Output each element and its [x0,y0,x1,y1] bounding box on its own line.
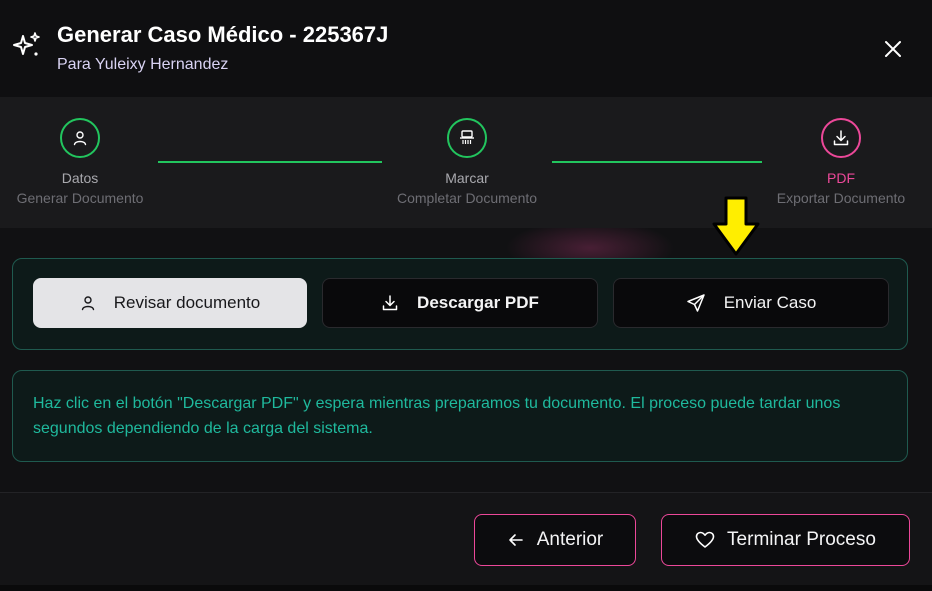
modal-footer: Anterior Terminar Proceso [0,492,932,585]
step-desc-marcar: Completar Documento [396,190,538,206]
step-label-pdf: PDF [827,170,855,186]
step-label-marcar: Marcar [445,170,489,186]
download-icon [833,130,849,146]
send-case-button[interactable]: Enviar Caso [613,278,889,328]
review-document-button[interactable]: Revisar documento [33,278,307,328]
step-connector-2 [552,161,762,163]
step-circle-datos [60,118,100,158]
previous-label: Anterior [536,529,604,550]
download-icon [381,294,399,312]
modal-subtitle: Para Yuleixy Hernandez [57,56,229,73]
progress-stepper: Datos Generar Documento Marcar Completar… [0,97,932,228]
send-case-label: Enviar Caso [723,293,817,312]
previous-button[interactable]: Anterior [474,514,636,566]
sparkles-icon [13,32,40,56]
step-label-datos: Datos [61,170,99,186]
modal-title: Generar Caso Médico - 225367J [57,22,389,47]
modal-content: Revisar documento Descargar PDF Enviar C… [0,228,932,492]
download-pdf-label: Descargar PDF [417,293,539,312]
bottom-edge [0,585,932,591]
finish-process-label: Terminar Proceso [727,529,876,550]
heart-icon [695,530,715,550]
finish-process-button[interactable]: Terminar Proceso [661,514,910,566]
step-circle-marcar [447,118,487,158]
step-desc-pdf: Exportar Documento [776,190,906,206]
close-button[interactable] [876,32,910,66]
step-desc-datos: Generar Documento [16,190,144,206]
info-panel: Haz clic en el botón "Descargar PDF" y e… [12,370,908,462]
step-connector-1 [158,161,382,163]
review-document-label: Revisar documento [113,293,261,312]
stamp-icon [460,130,474,144]
info-message: Haz clic en el botón "Descargar PDF" y e… [33,395,841,437]
step-circle-pdf [821,118,861,158]
user-icon [73,131,87,146]
annotation-arrow-down-icon [712,196,760,256]
send-icon [686,293,706,313]
actions-panel: Revisar documento Descargar PDF Enviar C… [12,258,908,350]
arrow-left-icon [507,531,525,549]
user-icon [80,295,96,311]
modal-header: Generar Caso Médico - 225367J Para Yulei… [0,0,932,97]
generate-case-modal: Generar Caso Médico - 225367J Para Yulei… [0,0,932,591]
download-pdf-button[interactable]: Descargar PDF [322,278,598,328]
close-icon [885,41,901,57]
